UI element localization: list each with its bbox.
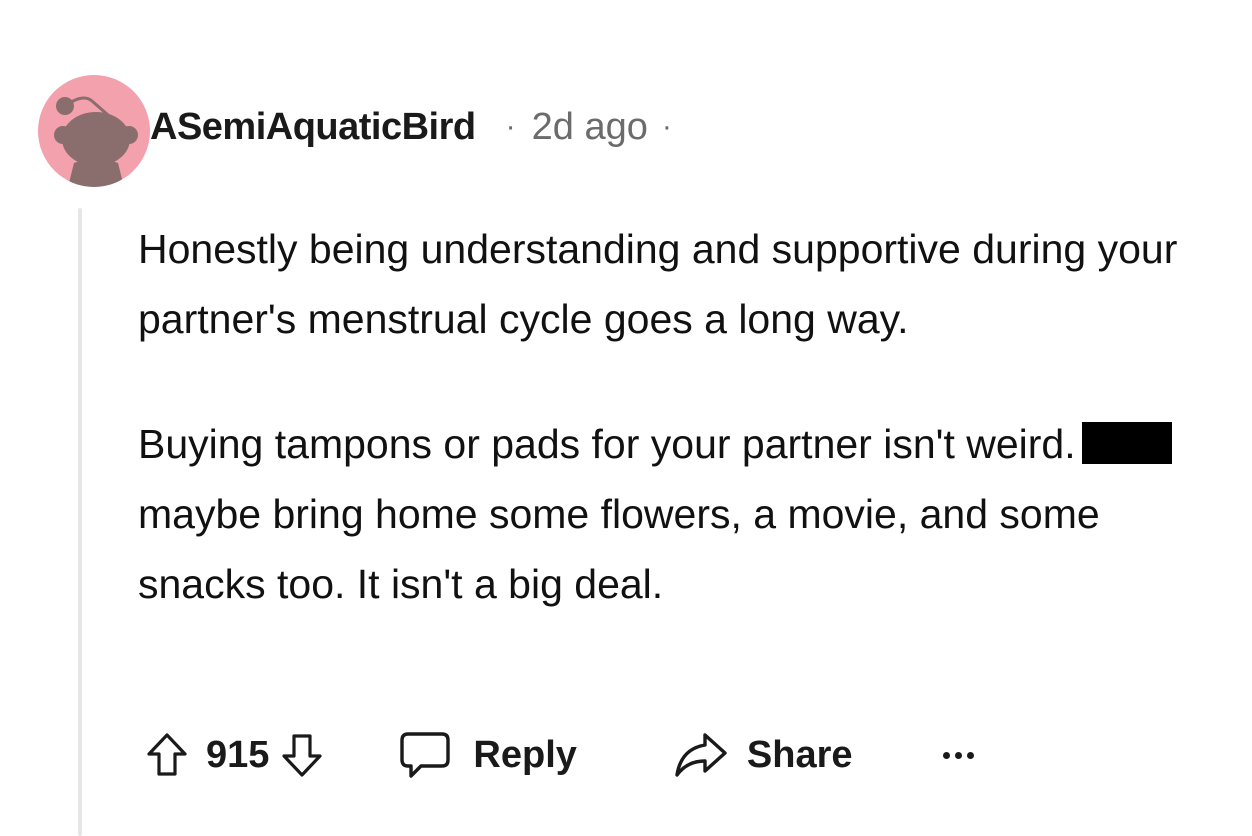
paragraph-2-text-before: Buying tampons or pads for your partner … xyxy=(138,421,1076,467)
avatar[interactable] xyxy=(38,75,150,187)
comment-header: ASemiAquaticBird · 2d ago · xyxy=(38,75,672,187)
thread-line[interactable] xyxy=(78,208,82,836)
comment-bubble-icon xyxy=(399,730,451,780)
comment-paragraph-1: Honestly being understanding and support… xyxy=(138,226,1178,342)
vote-score: 915 xyxy=(206,733,270,776)
comment-actions: 915 Reply Share xyxy=(146,722,974,788)
separator-dot-trailing: · xyxy=(661,110,672,143)
paragraph-2-text-after: maybe bring home some flowers, a movie, … xyxy=(138,491,1100,607)
reply-label: Reply xyxy=(473,733,577,776)
timestamp[interactable]: 2d ago xyxy=(532,106,648,149)
share-label: Share xyxy=(746,733,853,776)
share-arrow-icon xyxy=(673,731,729,779)
more-options-icon[interactable] xyxy=(942,751,974,759)
reply-button[interactable]: Reply xyxy=(399,730,577,780)
downvote-icon[interactable] xyxy=(281,732,323,778)
comment-body: Honestly being understanding and support… xyxy=(138,214,1228,619)
upvote-icon[interactable] xyxy=(146,732,188,778)
more-dot xyxy=(954,751,962,759)
more-dot xyxy=(966,751,974,759)
separator-dot: · xyxy=(505,110,516,143)
more-dot xyxy=(942,751,950,759)
comment: ASemiAquaticBird · 2d ago · Honestly bei… xyxy=(0,0,1252,836)
share-button[interactable]: Share xyxy=(673,731,853,779)
snoo-avatar-icon xyxy=(54,96,138,187)
username[interactable]: ASemiAquaticBird xyxy=(150,106,476,149)
comment-paragraph-2: Buying tampons or pads for your partner … xyxy=(138,409,1228,619)
redaction-block xyxy=(1081,422,1172,464)
